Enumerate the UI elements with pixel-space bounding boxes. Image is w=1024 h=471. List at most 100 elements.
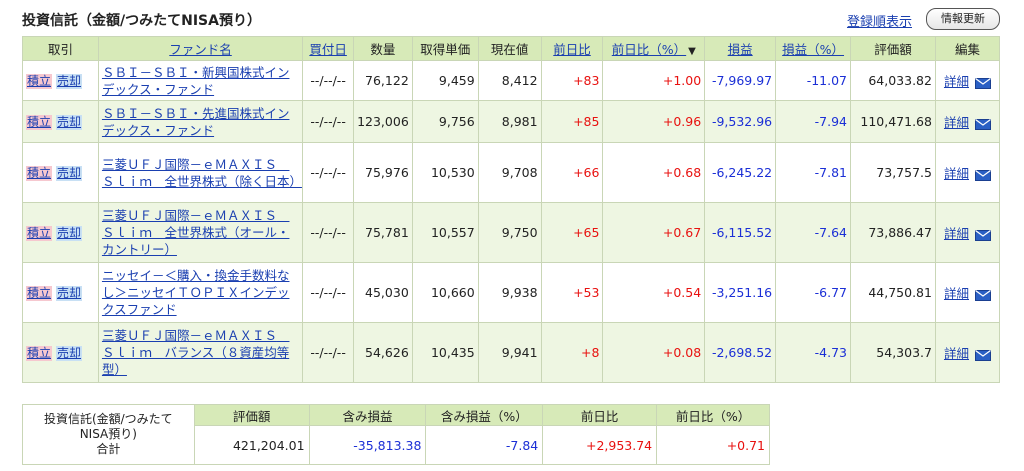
unit-price-cell: 10,557 (411, 202, 479, 263)
sort-fund-name-link[interactable]: ファンド名 (169, 42, 232, 57)
summary-col-valuation: 評価額 (193, 404, 310, 426)
summary-unrealized-pl: -35,813.38 (308, 425, 427, 465)
unit-price-cell: 9,459 (411, 60, 479, 101)
col-pl[interactable]: 損益 (704, 36, 777, 61)
table-header-row: 取引 ファンド名 買付日 数量 取得単価 現在値 前日比 前日比（%） ▼ 損益 … (22, 36, 1001, 61)
page-header: 投資信託（金額/つみたてNISA預り） 登録順表示 情報更新 (22, 8, 1000, 32)
sort-buy-date-link[interactable]: 買付日 (309, 42, 347, 57)
pl-cell: -2,698.52 (704, 322, 777, 383)
summary-label-line1: 投資信託(金額/つみたて (43, 412, 173, 426)
detail-link[interactable]: 詳細 (944, 346, 969, 361)
current-price-cell: 9,708 (477, 142, 542, 203)
fund-name-link[interactable]: 三菱ＵＦＪ国際－ｅＭＡＸＩＳ Ｓｌｉｍ 全世界株式（オール・カントリー） (102, 205, 299, 260)
col-edit: 編集 (934, 36, 1001, 61)
sell-button[interactable]: 売却 (56, 225, 83, 241)
sell-button[interactable]: 売却 (56, 285, 83, 301)
pl-cell: -7,969.97 (704, 60, 777, 101)
buy-button[interactable]: 積立 (26, 285, 53, 301)
current-price-cell: 9,941 (477, 322, 542, 383)
unit-price-cell: 9,756 (411, 100, 479, 143)
sort-day-change-link[interactable]: 前日比 (553, 42, 591, 57)
col-valuation: 評価額 (850, 36, 936, 61)
summary-header-row: 投資信託(金額/つみたて NISA預り) 合計 評価額 含み損益 含み損益（%）… (22, 404, 770, 465)
sell-button[interactable]: 売却 (56, 73, 83, 89)
buy-date-cell: --/--/-- (302, 100, 355, 143)
current-price-cell: 9,750 (477, 202, 542, 263)
mail-icon[interactable] (974, 289, 991, 301)
summary-col-day-change-pct: 前日比（%） (656, 404, 770, 426)
mail-icon[interactable] (974, 229, 991, 241)
sort-by-registration-link[interactable]: 登録順表示 (847, 11, 912, 30)
detail-link[interactable]: 詳細 (944, 166, 969, 181)
fund-name-link[interactable]: ＳＢＩ－ＳＢＩ・新興国株式インデックス・ファンド (102, 62, 299, 100)
detail-link[interactable]: 詳細 (944, 74, 969, 89)
edit-cell: 詳細 (934, 100, 1001, 143)
summary-label-line2: NISA預り) (79, 427, 137, 441)
buy-button[interactable]: 積立 (26, 114, 53, 130)
sell-button[interactable]: 売却 (56, 165, 83, 181)
fund-name-cell: 三菱ＵＦＪ国際－ｅＭＡＸＩＳ Ｓｌｉｍ 全世界株式（オール・カントリー） (97, 202, 304, 263)
pl-cell: -9,532.96 (704, 100, 777, 143)
mail-icon[interactable] (974, 77, 991, 89)
trade-cell: 積立 売却 (22, 60, 99, 101)
table-row: 積立 売却 ＳＢＩ－ＳＢＩ・先進国株式インデックス・ファンド --/--/-- 123,… (22, 100, 1001, 143)
buy-button[interactable]: 積立 (26, 225, 53, 241)
valuation-cell: 73,886.47 (850, 202, 936, 263)
day-change-pct-cell: +0.08 (602, 322, 706, 383)
mail-icon[interactable] (974, 169, 991, 181)
pl-pct-cell: -4.73 (775, 322, 851, 383)
table-row: 積立 売却 ニッセイ－＜購入・換金手数料なし＞ニッセイＴＯＰＩＸインデックスファンド… (22, 262, 1001, 323)
fund-name-link[interactable]: ニッセイ－＜購入・換金手数料なし＞ニッセイＴＯＰＩＸインデックスファンド (102, 265, 299, 320)
col-current-price: 現在値 (477, 36, 542, 61)
sort-day-change-pct-link[interactable]: 前日比（%） (612, 42, 686, 57)
day-change-cell: +85 (540, 100, 604, 143)
col-pl-pct[interactable]: 損益（%） (775, 36, 851, 61)
current-price-cell: 8,412 (477, 60, 542, 101)
pl-pct-cell: -11.07 (775, 60, 851, 101)
fund-name-cell: 三菱ＵＦＪ国際－ｅＭＡＸＩＳ Ｓｌｉｍ 全世界株式（除く日本） (97, 142, 304, 203)
sort-pl-link[interactable]: 損益 (728, 42, 753, 57)
sell-button[interactable]: 売却 (56, 114, 83, 130)
summary-col-unrealized-pl-pct: 含み損益（%） (425, 404, 544, 426)
pl-cell: -6,115.52 (704, 202, 777, 263)
sort-pl-pct-link[interactable]: 損益（%） (782, 42, 844, 57)
detail-link[interactable]: 詳細 (944, 115, 969, 130)
fund-name-link[interactable]: 三菱ＵＦＪ国際－ｅＭＡＸＩＳ Ｓｌｉｍ バランス（８資産均等型） (102, 325, 299, 380)
summary-valuation: 421,204.01 (193, 425, 310, 465)
refresh-button[interactable]: 情報更新 (926, 8, 1000, 30)
table-row: 積立 売却 三菱ＵＦＪ国際－ｅＭＡＸＩＳ Ｓｌｉｍ 全世界株式（オール・カントリー）… (22, 202, 1001, 263)
quantity-cell: 123,006 (353, 100, 413, 143)
buy-button[interactable]: 積立 (26, 73, 53, 89)
fund-name-cell: ニッセイ－＜購入・換金手数料なし＞ニッセイＴＯＰＩＸインデックスファンド (97, 262, 304, 323)
detail-link[interactable]: 詳細 (944, 226, 969, 241)
buy-date-cell: --/--/-- (302, 322, 355, 383)
detail-link[interactable]: 詳細 (944, 286, 969, 301)
summary-col-unrealized-pl: 含み損益 (308, 404, 427, 426)
summary-table: 投資信託(金額/つみたて NISA預り) 合計 評価額 含み損益 含み損益（%）… (22, 404, 770, 465)
quantity-cell: 76,122 (353, 60, 413, 101)
day-change-pct-cell: +0.54 (602, 262, 706, 323)
fund-name-link[interactable]: 三菱ＵＦＪ国際－ｅＭＡＸＩＳ Ｓｌｉｍ 全世界株式（除く日本） (102, 154, 302, 192)
mail-icon[interactable] (974, 118, 991, 130)
unit-price-cell: 10,660 (411, 262, 479, 323)
buy-button[interactable]: 積立 (26, 345, 53, 361)
mail-icon[interactable] (974, 349, 991, 361)
col-buy-date[interactable]: 買付日 (302, 36, 355, 61)
trade-cell: 積立 売却 (22, 262, 99, 323)
pl-pct-cell: -6.77 (775, 262, 851, 323)
day-change-pct-cell: +0.68 (602, 142, 706, 203)
pl-cell: -6,245.22 (704, 142, 777, 203)
sell-button[interactable]: 売却 (56, 345, 83, 361)
unit-price-cell: 10,435 (411, 322, 479, 383)
quantity-cell: 54,626 (353, 322, 413, 383)
unit-price-cell: 10,530 (411, 142, 479, 203)
day-change-pct-cell: +0.67 (602, 202, 706, 263)
col-day-change-pct[interactable]: 前日比（%） ▼ (602, 36, 706, 61)
col-fund-name[interactable]: ファンド名 (97, 36, 304, 61)
current-price-cell: 8,981 (477, 100, 542, 143)
col-day-change[interactable]: 前日比 (540, 36, 604, 61)
trade-cell: 積立 売却 (22, 142, 99, 203)
col-trade: 取引 (22, 36, 99, 61)
fund-name-link[interactable]: ＳＢＩ－ＳＢＩ・先進国株式インデックス・ファンド (102, 103, 299, 141)
buy-button[interactable]: 積立 (26, 165, 53, 181)
